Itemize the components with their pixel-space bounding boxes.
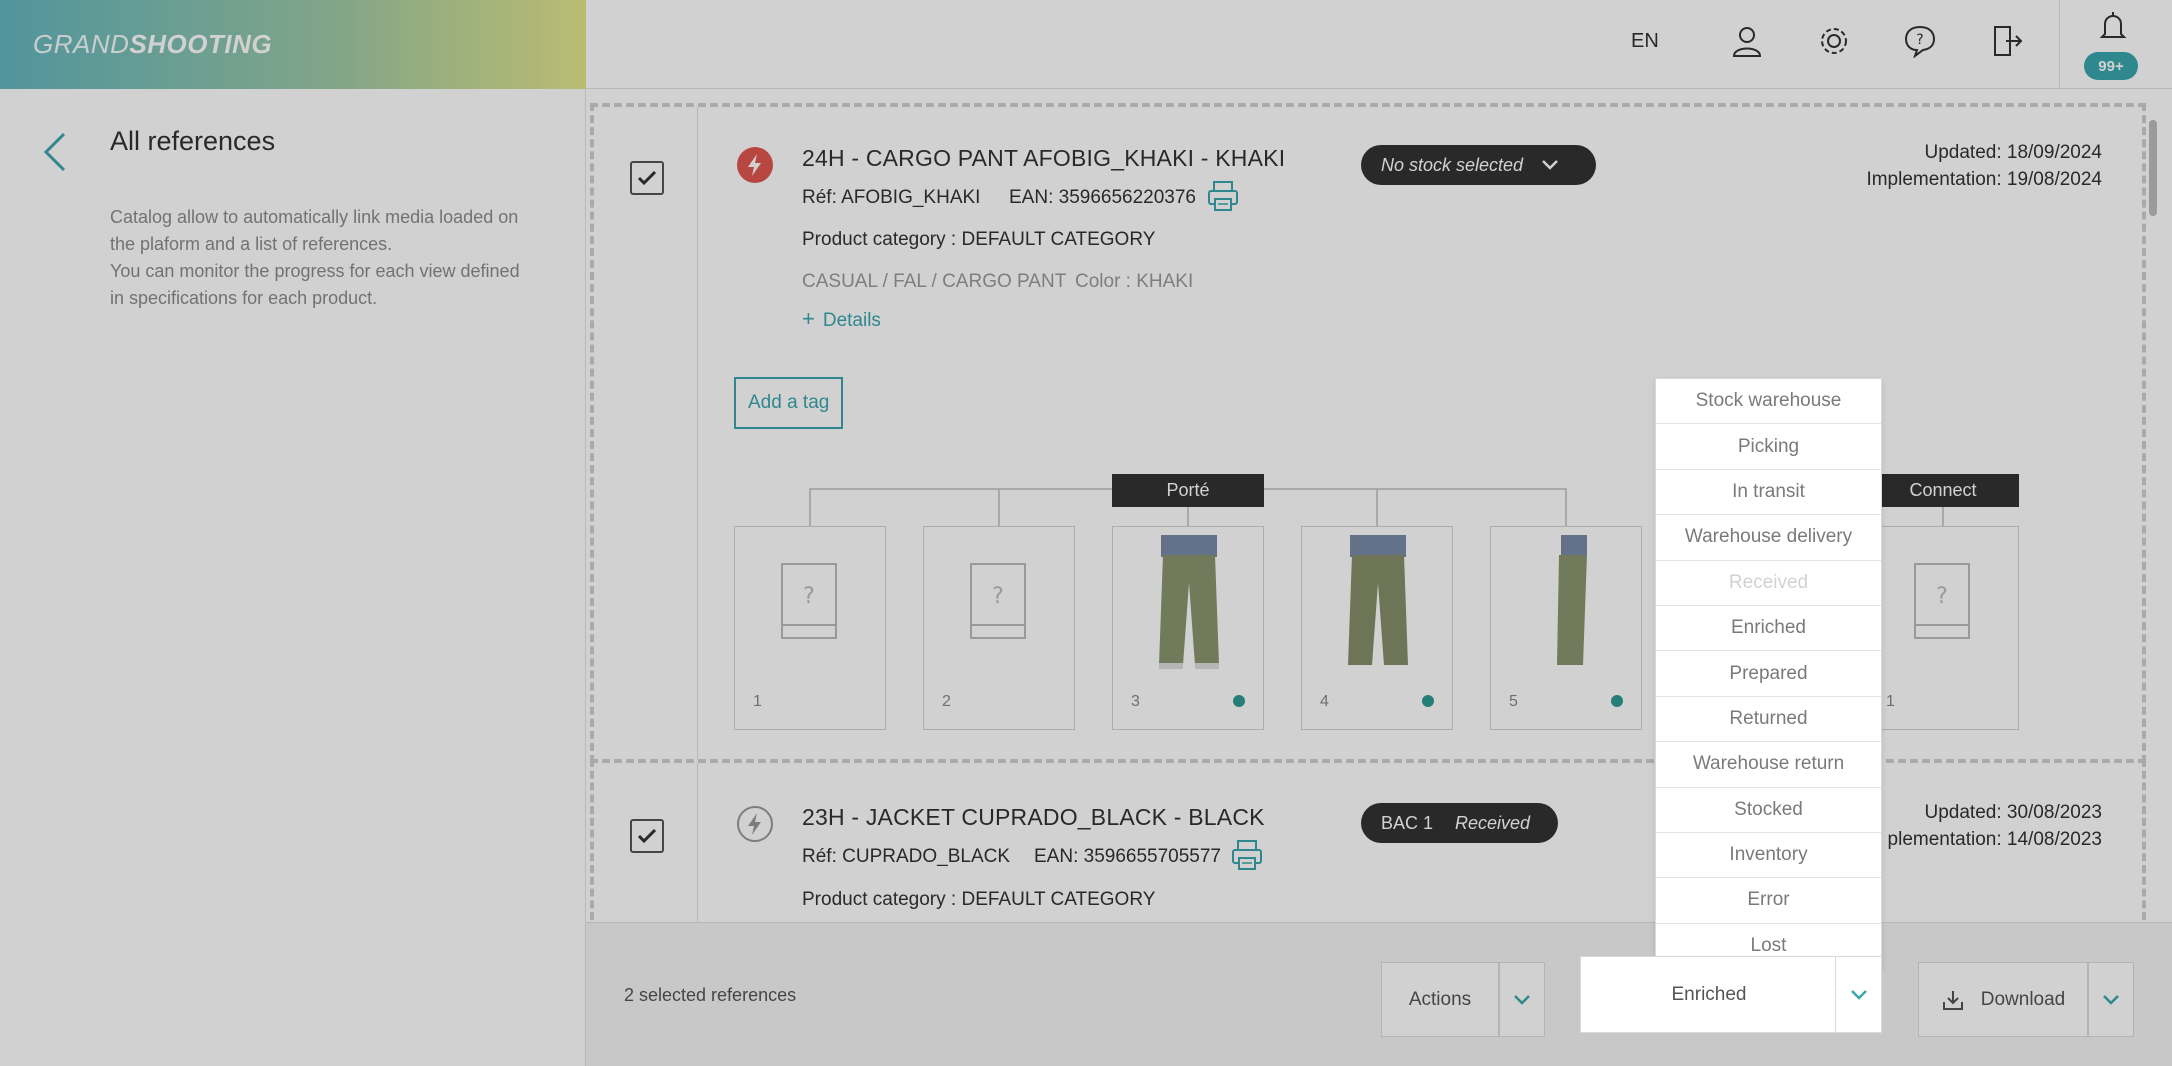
status-dot [1422,695,1434,707]
reference-code: Réf: CUPRADO_BLACK [802,846,1011,867]
reference-dates: Updated: 30/08/2023 plementation: 14/08/… [1887,802,2102,850]
status-option-warehouse-return[interactable]: Warehouse return [1656,742,1881,788]
reference-dates: Updated: 18/09/2024 Implementation: 19/0… [1866,142,2102,190]
status-dot [1611,695,1623,707]
status-option-stock-warehouse[interactable]: Stock warehouse [1656,379,1881,425]
placeholder-image-icon: ? [1914,563,1970,639]
top-bar: EN ? 99+ [586,0,2172,89]
help-icon[interactable]: ? [1903,24,1937,58]
actions-button[interactable]: Actions [1381,962,1499,1037]
view-thumbnail[interactable]: 5 [1490,526,1642,730]
print-icon[interactable] [1230,838,1264,872]
chevron-down-icon [1542,160,1558,170]
reference-ean: EAN: 3596655705577 [1034,846,1221,867]
selected-count: 2 selected references [624,985,797,1005]
status-option-error[interactable]: Error [1656,878,1881,924]
status-option-enriched[interactable]: Enriched [1656,606,1881,652]
status-option-returned[interactable]: Returned [1656,697,1881,743]
settings-gear-icon[interactable] [1817,24,1851,58]
brand-header: GRANDSHOOTING [0,0,586,89]
view-thumbnail[interactable]: ? 2 [923,526,1075,730]
user-icon[interactable] [1730,24,1764,58]
logout-icon[interactable] [1990,24,2024,58]
scrollbar[interactable] [2149,120,2157,216]
svg-text:?: ? [992,584,1004,609]
view-group-connect[interactable]: Connect [1867,474,2019,507]
download-icon [1942,990,1963,1010]
reference-title: 23H - JACKET CUPRADO_BLACK - BLACK [802,804,1265,830]
chevron-down-icon [1850,989,1867,1000]
reference-checkbox[interactable] [630,161,664,195]
status-dot [1233,695,1245,707]
print-icon[interactable] [1206,179,1240,213]
stock-selector[interactable]: No stock selected [1361,145,1596,185]
placeholder-image-icon: ? [970,563,1026,639]
plus-icon: + [802,306,815,331]
reference-checkbox[interactable] [630,819,664,853]
status-select-toggle[interactable] [1835,957,1881,1032]
page-description: Catalog allow to automatically link medi… [110,207,520,308]
chevron-down-icon [1514,994,1530,1005]
status-option-inventory[interactable]: Inventory [1656,833,1881,879]
actions-dropdown-toggle[interactable] [1499,962,1545,1037]
product-color: Color : KHAKI [1075,271,1194,292]
check-icon [637,170,657,186]
back-arrow-icon[interactable] [40,130,70,174]
status-option-warehouse-delivery[interactable]: Warehouse delivery [1656,515,1881,561]
view-group-porte[interactable]: Porté [1112,474,1264,507]
reference-card: 23H - JACKET CUPRADO_BLACK - BLACK Réf: … [590,759,2146,922]
view-thumbnail[interactable]: ? 1 [734,526,886,730]
footer-bar: 2 selected references Actions Download [586,922,2172,1066]
reference-title: 24H - CARGO PANT AFOBIG_KHAKI - KHAKI [802,145,1286,171]
download-button[interactable]: Download [1918,962,2088,1037]
page-title: All references [110,126,276,156]
stock-selector[interactable]: BAC 1 Received [1361,803,1558,843]
add-tag-button[interactable]: Add a tag [734,377,844,429]
chevron-down-icon [2103,994,2119,1005]
priority-lightning-icon[interactable] [736,146,774,184]
status-option-in-transit[interactable]: In transit [1656,470,1881,516]
svg-text:?: ? [803,584,815,609]
product-photo-side [1557,535,1587,665]
product-photo-back [1348,535,1408,665]
svg-text:?: ? [1936,584,1948,609]
reference-code: Réf: AFOBIG_KHAKI [802,187,981,208]
product-path: CASUAL / FAL / CARGO PANT [802,271,1067,292]
status-option-received: Received [1656,561,1881,606]
reference-card: 24H - CARGO PANT AFOBIG_KHAKI - KHAKI Ré… [590,103,2146,763]
svg-text:?: ? [1916,32,1923,48]
status-option-prepared[interactable]: Prepared [1656,651,1881,697]
priority-lightning-icon[interactable] [736,805,774,843]
status-select-value: Enriched [1671,983,1747,1005]
status-option-picking[interactable]: Picking [1656,424,1881,470]
download-dropdown-toggle[interactable] [2088,962,2134,1037]
status-option-stocked[interactable]: Stocked [1656,788,1881,833]
view-thumbnail[interactable]: ? 1 [1867,526,2019,730]
references-list: 24H - CARGO PANT AFOBIG_KHAKI - KHAKI Ré… [586,89,2172,922]
product-category: Product category : DEFAULT CATEGORY [802,229,1156,250]
check-icon [637,828,657,844]
bell-icon[interactable] [2096,10,2130,44]
view-thumbnail[interactable]: 3 [1112,526,1264,730]
view-thumbnail[interactable]: 4 [1301,526,1453,730]
status-select[interactable]: Enriched [1580,956,1882,1033]
logo[interactable]: GRANDSHOOTING [33,29,272,60]
language-selector[interactable]: EN [1631,30,1659,53]
notification-badge[interactable]: 99+ [2084,52,2138,80]
placeholder-image-icon: ? [781,563,837,639]
status-dropdown-menu: Stock warehouse Picking In transit Wareh… [1655,378,1882,971]
product-photo-front [1159,535,1219,669]
product-category: Product category : DEFAULT CATEGORY [802,889,1156,910]
reference-ean: EAN: 3596656220376 [1009,187,1196,208]
details-link[interactable]: + Details [802,306,881,332]
